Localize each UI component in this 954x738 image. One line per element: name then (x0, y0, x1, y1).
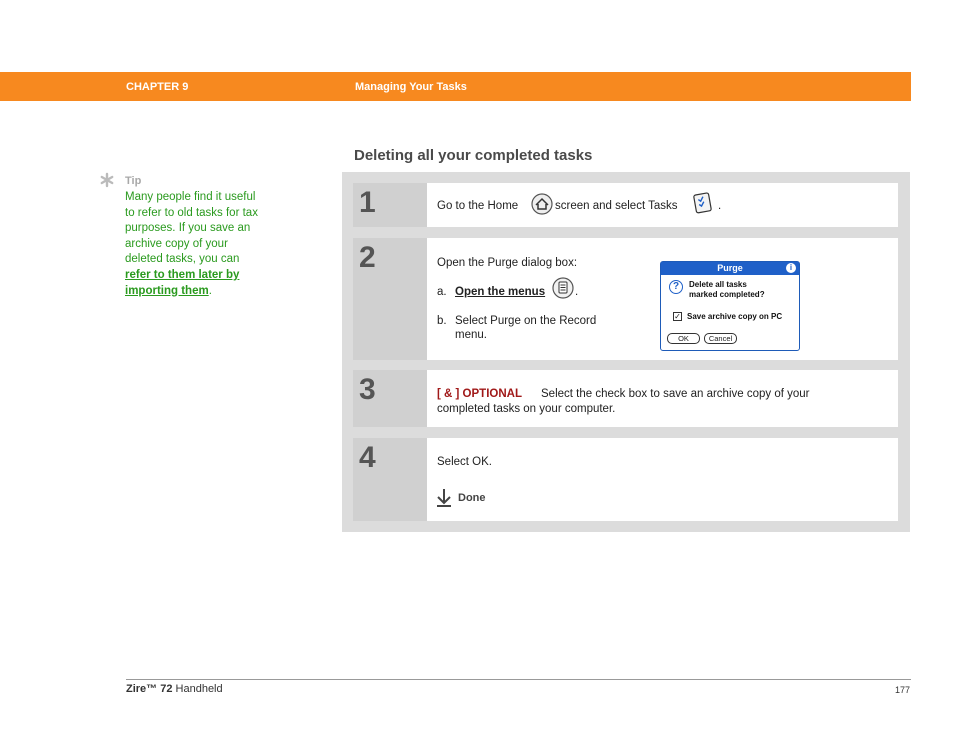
tip-label: Tip (125, 175, 142, 187)
step-3-line2: completed tasks on your computer. (437, 403, 616, 415)
dialog-message-line: marked completed? (689, 290, 765, 299)
dialog-message: Delete all tasks marked completed? (689, 280, 765, 300)
step-2-intro: Open the Purge dialog box: (437, 257, 578, 269)
step-3-line1: Select the check box to save an archive … (541, 388, 810, 400)
tip-period: . (208, 284, 212, 297)
done-arrow-icon (437, 489, 451, 507)
page-number: 177 (895, 685, 911, 695)
archive-checkbox[interactable]: ✓ (673, 312, 682, 321)
product-suffix: Handheld (172, 683, 223, 695)
step-2-a-marker: a. (437, 286, 447, 298)
step-2-a-after: . (575, 286, 579, 298)
step-3-number: 3 (359, 373, 376, 406)
tip-line: purposes. If you save an (125, 222, 251, 235)
open-the-menus-link[interactable]: Open the menus (455, 286, 545, 298)
dialog-title: Purge (661, 262, 799, 275)
tip-line: deleted tasks, you can (125, 253, 240, 266)
dialog-message-line: Delete all tasks (689, 280, 747, 289)
tasks-icon (693, 192, 712, 214)
purge-dialog: Purge i ? Delete all tasks marked comple… (660, 261, 800, 351)
step-1-text-after: . (718, 200, 722, 212)
tip-line: Many people find it useful (125, 191, 256, 203)
cancel-button[interactable]: Cancel (704, 333, 737, 344)
chapter-title: Managing Your Tasks (355, 81, 467, 93)
info-icon: i (786, 263, 796, 273)
section-title: Deleting all your completed tasks (354, 147, 593, 164)
step-4-text: Select OK. (437, 456, 492, 468)
step-1-number: 1 (359, 186, 376, 219)
importing-link-line1[interactable]: refer to them later by (125, 269, 239, 281)
step-2-b-line1: Select Purge on the Record (455, 315, 597, 327)
step-2-b-marker: b. (437, 315, 447, 327)
ok-button[interactable]: OK (667, 333, 700, 344)
question-icon: ? (669, 280, 683, 294)
step-4-number: 4 (359, 441, 376, 474)
footer-product: Zire™ 72 Handheld (126, 683, 223, 695)
done-label: Done (458, 492, 486, 504)
step-4-content (427, 438, 898, 521)
tip-line: to refer to old tasks for tax (125, 206, 258, 219)
asterisk-icon (100, 172, 114, 188)
step-1-text-before: Go to the Home (437, 200, 519, 212)
importing-link-line2[interactable]: importing them (125, 285, 209, 297)
tip-line: archive copy of your (125, 237, 228, 250)
product-name: Zire™ 72 (126, 683, 173, 695)
step-2-b-line2: menu. (455, 329, 487, 341)
home-icon (531, 193, 553, 215)
step-1-text-middle: screen and select Tasks (555, 200, 678, 212)
chapter-number: CHAPTER 9 (126, 81, 189, 93)
tip-body: Many people find it useful to refer to o… (125, 190, 275, 299)
menu-icon (552, 277, 574, 299)
archive-checkbox-label: Save archive copy on PC (687, 312, 783, 321)
footer-divider (126, 679, 911, 680)
step-2-number: 2 (359, 241, 376, 274)
optional-tag: [ & ] OPTIONAL (437, 388, 522, 400)
